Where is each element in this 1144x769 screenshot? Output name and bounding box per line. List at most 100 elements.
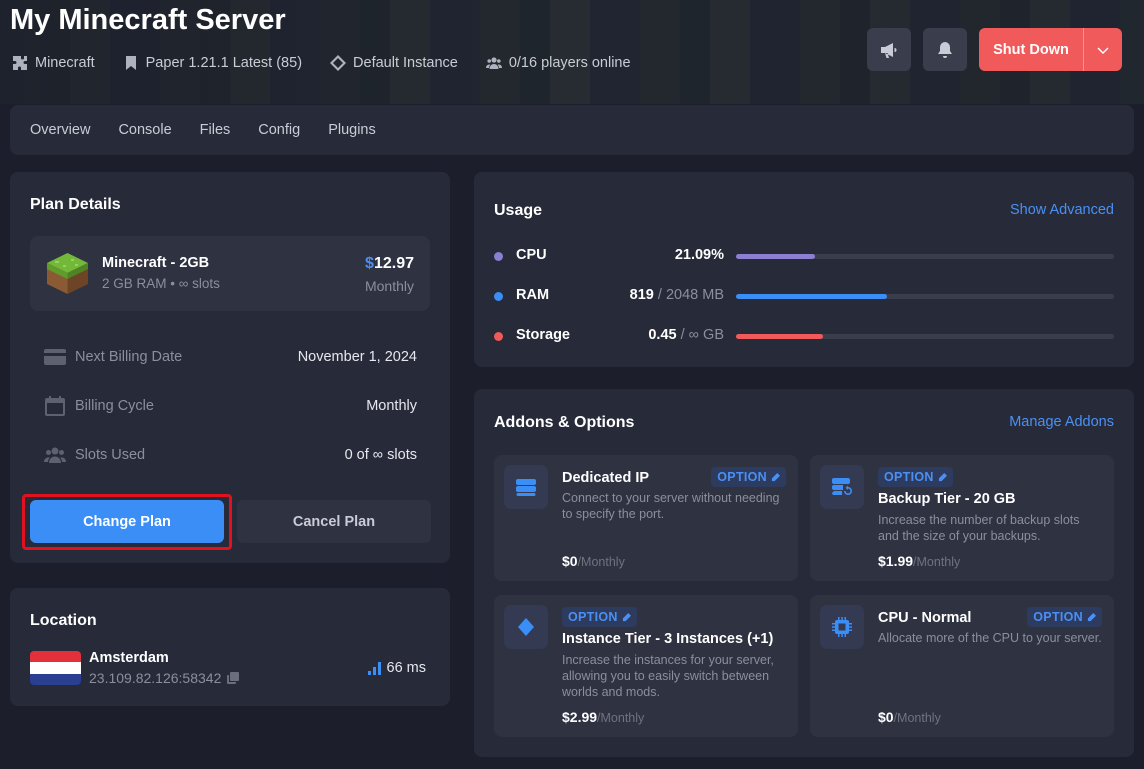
server-meta: Minecraft Paper 1.21.1 Latest (85) Defau… [12, 55, 631, 71]
shutdown-options-button[interactable] [1084, 28, 1122, 71]
tab-overview[interactable]: Overview [30, 122, 90, 138]
plan-cycle: Monthly [364, 278, 414, 294]
pencil-icon [771, 472, 780, 481]
meta-version-label: Paper 1.21.1 Latest (85) [145, 55, 303, 71]
grass-block-icon [47, 253, 88, 294]
notifications-button[interactable] [923, 28, 967, 71]
next-billing-value: November 1, 2024 [297, 349, 417, 365]
tab-console[interactable]: Console [118, 122, 171, 138]
plan-details-card: Plan Details Minecraft - 2GB 2 GB RAM • … [10, 172, 450, 563]
billing-cycle-value: Monthly [366, 398, 417, 414]
meta-game-label: Minecraft [35, 55, 95, 71]
meta-players-label: 0/16 players online [508, 55, 631, 71]
usage-row-cpu: CPU 21.09% [494, 246, 1114, 266]
shutdown-button[interactable]: Shut Down [979, 28, 1084, 71]
usage-value-storage: 0.45 / ∞ GB [648, 327, 724, 343]
addon-backup-tier[interactable]: OPTION Backup Tier - 20 GB Increase the … [810, 455, 1114, 581]
option-badge[interactable]: OPTION [562, 607, 637, 627]
server-address: 23.109.82.126:58342 [89, 670, 240, 686]
usage-value-ram: 819 / 2048 MB [629, 287, 724, 303]
option-badge[interactable]: OPTION [1027, 607, 1102, 627]
tab-files[interactable]: Files [200, 122, 231, 138]
billing-cycle-row: Billing Cycle Monthly [44, 395, 417, 417]
megaphone-icon [881, 42, 897, 58]
addon-cpu[interactable]: CPU - Normal OPTION Allocate more of the… [810, 595, 1114, 737]
cpu-dot [494, 252, 503, 261]
addons-card: Addons & Options Manage Addons Dedicated… [474, 389, 1134, 757]
option-badge[interactable]: OPTION [711, 467, 786, 487]
usage-row-storage: Storage 0.45 / ∞ GB [494, 326, 1114, 346]
copy-icon[interactable] [227, 672, 240, 684]
usage-label-storage: Storage [516, 327, 570, 343]
meta-instance-label: Default Instance [353, 55, 458, 71]
server-header: My Minecraft Server Minecraft Paper 1.21… [10, 0, 1134, 104]
netherlands-flag-icon [30, 651, 81, 685]
price-currency: $ [365, 255, 374, 272]
next-billing-label: Next Billing Date [75, 349, 183, 365]
manage-addons-link[interactable]: Manage Addons [1009, 414, 1114, 430]
next-billing-row: Next Billing Date November 1, 2024 [44, 346, 417, 368]
cancel-plan-button[interactable]: Cancel Plan [237, 500, 431, 543]
pencil-icon [1087, 612, 1096, 621]
addon-instance-tier[interactable]: OPTION Instance Tier - 3 Instances (+1) … [494, 595, 798, 737]
addon-description: Increase the instances for your server, … [562, 653, 774, 699]
cpu-usage-fill [736, 254, 816, 259]
addon-icon-wrapper [504, 465, 548, 509]
backup-server-icon [832, 478, 852, 495]
slots-used-row: Slots Used 0 of ∞ slots [44, 444, 417, 466]
ping-value: 66 ms [386, 660, 427, 676]
addon-price: $2.99/Monthly [562, 709, 645, 725]
users-icon [44, 447, 66, 463]
diamond-icon [518, 618, 534, 636]
addon-price: $0/Monthly [878, 709, 941, 725]
storage-usage-bar [736, 334, 1114, 339]
plan-summary: Minecraft - 2GB 2 GB RAM • ∞ slots $12.9… [30, 236, 430, 311]
option-badge[interactable]: OPTION [878, 467, 953, 487]
server-ip: 23.109.82.126:58342 [89, 670, 222, 686]
meta-game: Minecraft [12, 55, 95, 71]
price-amount: 12.97 [373, 255, 414, 272]
addon-title: Backup Tier - 20 GB [878, 491, 1016, 507]
puzzle-icon [13, 56, 27, 70]
usage-value-cpu: 21.09% [674, 247, 724, 263]
page-title: My Minecraft Server [10, 4, 286, 36]
addon-price: $1.99/Monthly [878, 553, 961, 569]
addon-dedicated-ip[interactable]: Dedicated IP OPTION Connect to your serv… [494, 455, 798, 581]
billing-cycle-label: Billing Cycle [75, 398, 154, 414]
addon-title: Dedicated IP [562, 470, 650, 486]
location-card: Location Amsterdam 23.109.82.126:58342 6… [10, 588, 450, 706]
pencil-icon [938, 472, 947, 481]
slots-used-value: 0 of ∞ slots [344, 447, 417, 463]
usage-label-ram: RAM [516, 287, 550, 303]
diamond-icon [330, 55, 347, 71]
addons-heading: Addons & Options [494, 414, 635, 431]
show-advanced-link[interactable]: Show Advanced [1010, 202, 1114, 218]
usage-row-ram: RAM 819 / 2048 MB [494, 286, 1114, 306]
addon-title: CPU - Normal [878, 610, 972, 626]
signal-bars-icon [367, 662, 381, 675]
addon-price: $0/Monthly [562, 553, 625, 569]
ram-usage-fill [736, 294, 888, 299]
change-plan-button[interactable]: Change Plan [30, 500, 224, 543]
cpu-chip-icon [832, 617, 852, 637]
usage-card: Usage Show Advanced CPU 21.09% RAM 819 /… [474, 172, 1134, 367]
storage-usage-fill [736, 334, 823, 339]
ram-usage-bar [736, 294, 1114, 299]
plan-name: Minecraft - 2GB [102, 255, 210, 271]
server-tabs: Overview Console Files Config Plugins [10, 105, 1134, 155]
ram-dot [494, 292, 503, 301]
shutdown-split-button: Shut Down [979, 28, 1122, 71]
addon-icon-wrapper [820, 465, 864, 509]
location-heading: Location [30, 612, 97, 629]
tab-plugins[interactable]: Plugins [328, 122, 376, 138]
plan-price: $12.97 [365, 255, 414, 273]
addon-icon-wrapper [504, 605, 548, 649]
usage-label-cpu: CPU [516, 247, 547, 263]
usage-heading: Usage [494, 202, 543, 219]
calendar-icon [45, 396, 65, 416]
addon-description: Increase the number of backup slots and … [878, 513, 1080, 543]
location-city: Amsterdam [89, 650, 169, 666]
tab-config[interactable]: Config [258, 122, 300, 138]
bell-icon [938, 41, 952, 58]
announcement-button[interactable] [867, 28, 911, 71]
